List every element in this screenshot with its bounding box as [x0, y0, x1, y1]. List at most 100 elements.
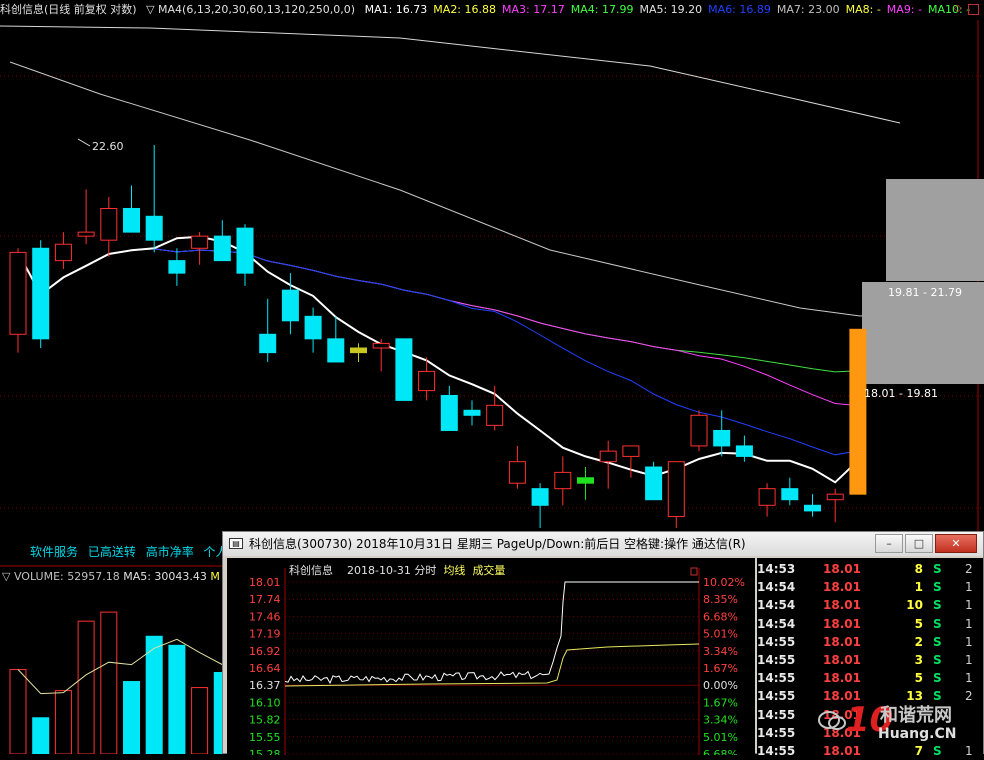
tag-item[interactable]: 已高送转 — [88, 545, 136, 559]
candle-body — [191, 235, 209, 249]
candle-body — [168, 260, 186, 274]
volume-value[interactable]: ▽ VOLUME: 52957.18 — [2, 570, 120, 583]
candle[interactable] — [554, 456, 572, 506]
candle[interactable] — [259, 298, 277, 362]
tick-volume: 5 — [914, 616, 923, 631]
volume-bar — [123, 681, 140, 754]
candle[interactable] — [32, 240, 50, 348]
candle[interactable] — [622, 445, 640, 478]
candle[interactable] — [77, 189, 95, 245]
candle-body — [123, 207, 140, 233]
candle[interactable] — [440, 385, 458, 431]
tick-time: 14:55 — [757, 725, 796, 740]
minimize-button[interactable]: – — [875, 534, 903, 553]
candle[interactable] — [713, 410, 731, 457]
chart-app-icon: ▤ — [229, 538, 243, 549]
candle[interactable] — [577, 467, 594, 500]
candle-body — [804, 504, 821, 512]
intraday-pct-label: 3.34% — [703, 714, 738, 727]
ma-line-120 — [9, 61, 901, 317]
candle[interactable] — [531, 483, 549, 528]
intraday-price-line — [284, 581, 699, 685]
candle[interactable] — [168, 248, 186, 286]
intraday-price-label: 15.82 — [249, 714, 281, 727]
candle-body — [327, 338, 345, 363]
candle[interactable] — [395, 338, 413, 401]
popup-title-bar[interactable]: ▤ 科创信息(300730) 2018年10月31日 星期三 PageUp/Do… — [223, 532, 983, 556]
candle-body — [145, 215, 163, 241]
maximize-button[interactable]: □ — [905, 534, 933, 553]
candle[interactable] — [690, 410, 708, 452]
header-square-icon[interactable] — [968, 4, 979, 15]
tick-row[interactable]: 14:53 18.01 8 S 2 — [757, 560, 983, 578]
intraday-date: 2018-10-31 分时 — [347, 564, 437, 577]
tick-row[interactable]: 14:54 18.01 1 S 1 — [757, 578, 983, 596]
candle[interactable] — [667, 461, 685, 528]
candle[interactable] — [350, 343, 367, 362]
candle-body — [213, 235, 231, 262]
volume-bar — [54, 690, 72, 754]
tick-price: 18.01 — [823, 671, 861, 686]
candle-body — [667, 461, 685, 518]
candle[interactable] — [304, 307, 322, 353]
tick-price: 18.01 — [823, 562, 861, 576]
ma-line-20 — [17, 248, 858, 456]
high-price-pointer — [77, 138, 91, 147]
candle[interactable] — [327, 316, 345, 363]
candle[interactable] — [758, 483, 776, 517]
intraday-corner-icon[interactable] — [690, 567, 698, 576]
tick-volume: 8 — [914, 562, 923, 576]
tag-item[interactable]: 高市净率 — [146, 545, 194, 559]
candlesticks[interactable] — [9, 145, 867, 528]
candle[interactable] — [735, 435, 753, 462]
stock-title[interactable]: 科创信息(日线 前复权 对数) — [0, 3, 137, 16]
candle[interactable] — [849, 328, 867, 495]
candle[interactable] — [9, 248, 27, 353]
intraday-price-label: 16.64 — [249, 662, 281, 675]
tick-row[interactable]: 14:54 18.01 10 S 1 — [757, 596, 983, 614]
intraday-plot[interactable]: 18.01 10.02% 17.74 8.35% 17.46 6.68% 17.19 5.01… — [227, 558, 755, 755]
candle-body — [486, 404, 504, 426]
volume-bar — [32, 717, 50, 754]
candle[interactable] — [372, 338, 390, 372]
ma-value-7: MA7: 23.00 — [776, 3, 840, 16]
candle[interactable] — [236, 224, 254, 286]
candle[interactable] — [213, 220, 231, 262]
candle[interactable] — [826, 488, 844, 523]
candle[interactable] — [145, 145, 163, 253]
candle-body — [735, 445, 753, 457]
intraday-pct-label: 1.67% — [703, 662, 738, 675]
candle[interactable] — [781, 477, 799, 506]
candle[interactable] — [123, 185, 140, 233]
ma-value-1: MA1: 16.73 — [364, 3, 428, 16]
ma-value-5: MA5: 19.20 — [639, 3, 703, 16]
intraday-pct-label: 3.34% — [703, 645, 738, 658]
volume-bar — [191, 687, 209, 754]
candle-body — [599, 450, 617, 463]
tick-row[interactable]: 14:55 18.01 3 S 1 — [757, 651, 983, 669]
intraday-chart[interactable]: 18.01 10.02% 17.74 8.35% 17.46 6.68% 17.19 5.01… — [227, 558, 755, 755]
candle[interactable] — [645, 461, 663, 501]
tick-time: 14:55 — [757, 634, 796, 649]
volume-bar — [77, 620, 95, 754]
candle[interactable] — [54, 232, 72, 269]
ma-definition[interactable]: ▽ MA4(6,13,20,30,60,13,120,250,0,0) — [146, 3, 355, 16]
tick-row[interactable]: 14:55 18.01 5 S 1 — [757, 669, 983, 687]
tag-item[interactable]: 软件服务 — [30, 545, 78, 559]
tick-row[interactable]: 14:55 18.01 7 S 1 — [757, 742, 983, 760]
tick-volume: 10 — [906, 598, 923, 613]
tick-row[interactable]: 14:54 18.01 5 S 1 — [757, 615, 983, 633]
ma-line-250 — [0, 25, 901, 124]
close-button[interactable]: ✕ — [935, 534, 977, 553]
ma-value-6: MA6: 16.89 — [708, 3, 771, 16]
candle-body — [713, 429, 731, 447]
tick-row[interactable]: 14:55 18.01 2 S 1 — [757, 633, 983, 651]
candle[interactable] — [804, 494, 821, 517]
tick-side: S — [933, 598, 942, 613]
candle[interactable] — [191, 232, 209, 265]
candle[interactable] — [508, 445, 526, 489]
candle[interactable] — [100, 196, 118, 257]
candle[interactable] — [463, 400, 481, 426]
tick-price: 18.01 — [823, 744, 861, 758]
header-diamond-icon[interactable]: ◇ — [954, 3, 962, 14]
